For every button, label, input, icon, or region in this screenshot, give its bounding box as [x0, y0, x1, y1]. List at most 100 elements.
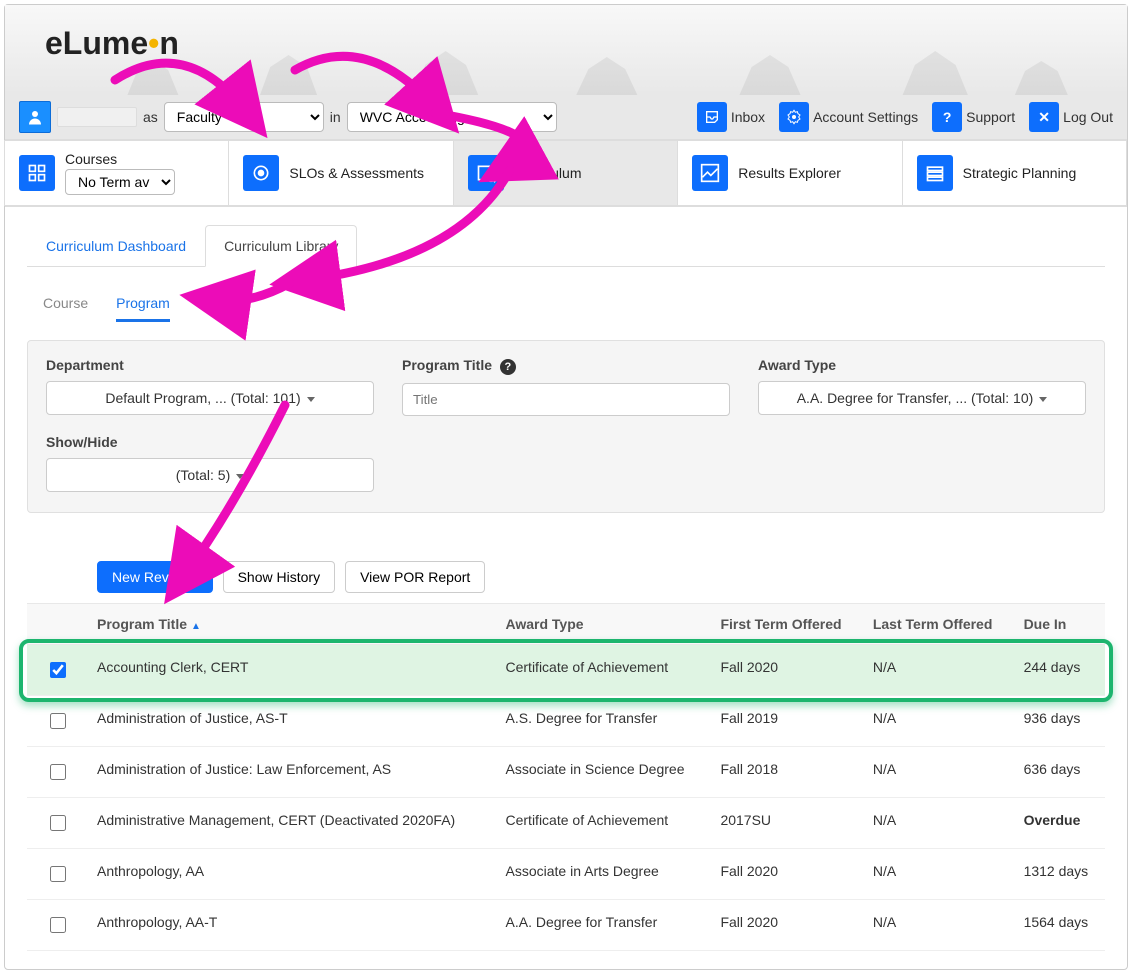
- cell-last-term: N/A: [863, 798, 1014, 849]
- cell-award: Certificate of Achievement: [496, 645, 711, 696]
- gear-icon: [779, 102, 809, 132]
- nav-strategic[interactable]: Strategic Planning: [902, 140, 1127, 206]
- row-checkbox[interactable]: [50, 713, 66, 729]
- role-select[interactable]: Faculty: [164, 102, 324, 132]
- view-por-button[interactable]: View POR Report: [345, 561, 485, 593]
- cell-award: A.S. Degree for Transfer: [496, 696, 711, 747]
- nav-slos[interactable]: SLOs & Assessments: [228, 140, 453, 206]
- help-icon[interactable]: ?: [500, 359, 516, 375]
- cell-due: 636 days: [1014, 747, 1105, 798]
- row-checkbox[interactable]: [50, 917, 66, 933]
- cell-first-term: Fall 2020: [710, 900, 862, 951]
- cell-first-term: Fall 2020: [710, 849, 862, 900]
- table-row[interactable]: Administration of Justice: Law Enforceme…: [27, 747, 1105, 798]
- row-checkbox[interactable]: [50, 815, 66, 831]
- inbox-link[interactable]: Inbox: [697, 102, 765, 132]
- department-label: Department: [46, 357, 374, 373]
- sort-asc-icon: ▲: [191, 621, 201, 632]
- avatar: [19, 101, 51, 133]
- main-nav: Courses No Term avai... SLOs & Assessmen…: [5, 139, 1127, 206]
- chevron-down-icon: [236, 474, 244, 479]
- col-program-title[interactable]: Program Title▲: [87, 604, 496, 645]
- cell-due: 936 days: [1014, 696, 1105, 747]
- col-last-term[interactable]: Last Term Offered: [863, 604, 1014, 645]
- table-row[interactable]: Anthropology, AA-TA.A. Degree for Transf…: [27, 900, 1105, 951]
- cell-due: 1564 days: [1014, 900, 1105, 951]
- filter-panel: Department Default Program, ... (Total: …: [27, 340, 1105, 513]
- table-row[interactable]: Accounting Clerk, CERTCertificate of Ach…: [27, 645, 1105, 696]
- header-banner: eLume•n: [5, 5, 1127, 95]
- cell-title: Administrative Management, CERT (Deactiv…: [87, 798, 496, 849]
- department-dropdown[interactable]: Default Program, ... (Total: 101): [46, 381, 374, 415]
- logout-link[interactable]: ✕ Log Out: [1029, 102, 1113, 132]
- cell-title: Administration of Justice: Law Enforceme…: [87, 747, 496, 798]
- row-checkbox[interactable]: [50, 764, 66, 780]
- row-checkbox[interactable]: [50, 866, 66, 882]
- chart-icon: [692, 155, 728, 191]
- chevron-down-icon: [1039, 397, 1047, 402]
- cell-first-term: Fall 2018: [710, 747, 862, 798]
- term-select[interactable]: No Term avai...: [65, 169, 175, 195]
- nav-courses[interactable]: Courses No Term avai...: [4, 140, 229, 206]
- tab-curriculum-dashboard[interactable]: Curriculum Dashboard: [27, 225, 205, 267]
- show-history-button[interactable]: Show History: [223, 561, 335, 593]
- action-buttons: New Revision Show History View POR Repor…: [97, 561, 1105, 593]
- table-row[interactable]: Anthropology, AAAssociate in Arts Degree…: [27, 849, 1105, 900]
- cell-award: A.A. Degree for Transfer: [496, 900, 711, 951]
- cell-title: Anthropology, AA-T: [87, 900, 496, 951]
- curriculum-subtabs: Curriculum Dashboard Curriculum Library: [27, 225, 1105, 267]
- cell-title: Accounting Clerk, CERT: [87, 645, 496, 696]
- curriculum-icon: [468, 155, 504, 191]
- library-mode-tabs: Course Program: [43, 295, 1105, 322]
- program-title-input[interactable]: [402, 383, 730, 416]
- showhide-label: Show/Hide: [46, 434, 374, 450]
- col-award-type[interactable]: Award Type: [496, 604, 711, 645]
- table-row[interactable]: Administration of Justice, AS-TA.S. Degr…: [27, 696, 1105, 747]
- support-link[interactable]: ? Support: [932, 102, 1015, 132]
- context-dept-select[interactable]: WVC Accounting: [347, 102, 557, 132]
- programs-table: Program Title▲ Award Type First Term Off…: [27, 603, 1105, 951]
- tab-curriculum-library[interactable]: Curriculum Library: [205, 225, 357, 267]
- cell-first-term: 2017SU: [710, 798, 862, 849]
- username-placeholder: [57, 107, 137, 127]
- program-title-label: Program Title ?: [402, 357, 730, 375]
- in-label: in: [330, 109, 341, 125]
- table-row[interactable]: Administrative Management, CERT (Deactiv…: [27, 798, 1105, 849]
- cell-due: 1312 days: [1014, 849, 1105, 900]
- nav-results[interactable]: Results Explorer: [677, 140, 902, 206]
- target-icon: [243, 155, 279, 191]
- modetab-program[interactable]: Program: [116, 295, 170, 322]
- inbox-icon: [697, 102, 727, 132]
- question-icon: ?: [932, 102, 962, 132]
- modetab-course[interactable]: Course: [43, 295, 88, 322]
- cell-last-term: N/A: [863, 696, 1014, 747]
- cell-last-term: N/A: [863, 747, 1014, 798]
- as-label: as: [143, 109, 158, 125]
- courses-icon: [19, 155, 55, 191]
- cell-title: Anthropology, AA: [87, 849, 496, 900]
- cell-first-term: Fall 2020: [710, 645, 862, 696]
- new-revision-button[interactable]: New Revision: [97, 561, 213, 593]
- col-due-in[interactable]: Due In: [1014, 604, 1105, 645]
- cell-last-term: N/A: [863, 849, 1014, 900]
- account-settings-link[interactable]: Account Settings: [779, 102, 918, 132]
- close-icon: ✕: [1029, 102, 1059, 132]
- chevron-down-icon: [307, 397, 315, 402]
- logo: eLume•n: [45, 25, 1127, 62]
- showhide-dropdown[interactable]: (Total: 5): [46, 458, 374, 492]
- cell-title: Administration of Justice, AS-T: [87, 696, 496, 747]
- cell-last-term: N/A: [863, 900, 1014, 951]
- cell-due: 244 days: [1014, 645, 1105, 696]
- col-checkbox: [27, 604, 87, 645]
- planning-icon: [917, 155, 953, 191]
- user-context-bar: as Faculty in WVC Accounting Inbox Accou…: [5, 95, 1127, 139]
- cell-award: Certificate of Achievement: [496, 798, 711, 849]
- cell-award: Associate in Science Degree: [496, 747, 711, 798]
- cell-last-term: N/A: [863, 645, 1014, 696]
- award-type-dropdown[interactable]: A.A. Degree for Transfer, ... (Total: 10…: [758, 381, 1086, 415]
- nav-curriculum[interactable]: Curriculum: [453, 140, 678, 206]
- award-type-label: Award Type: [758, 357, 1086, 373]
- cell-first-term: Fall 2019: [710, 696, 862, 747]
- col-first-term[interactable]: First Term Offered: [710, 604, 862, 645]
- row-checkbox[interactable]: [50, 662, 66, 678]
